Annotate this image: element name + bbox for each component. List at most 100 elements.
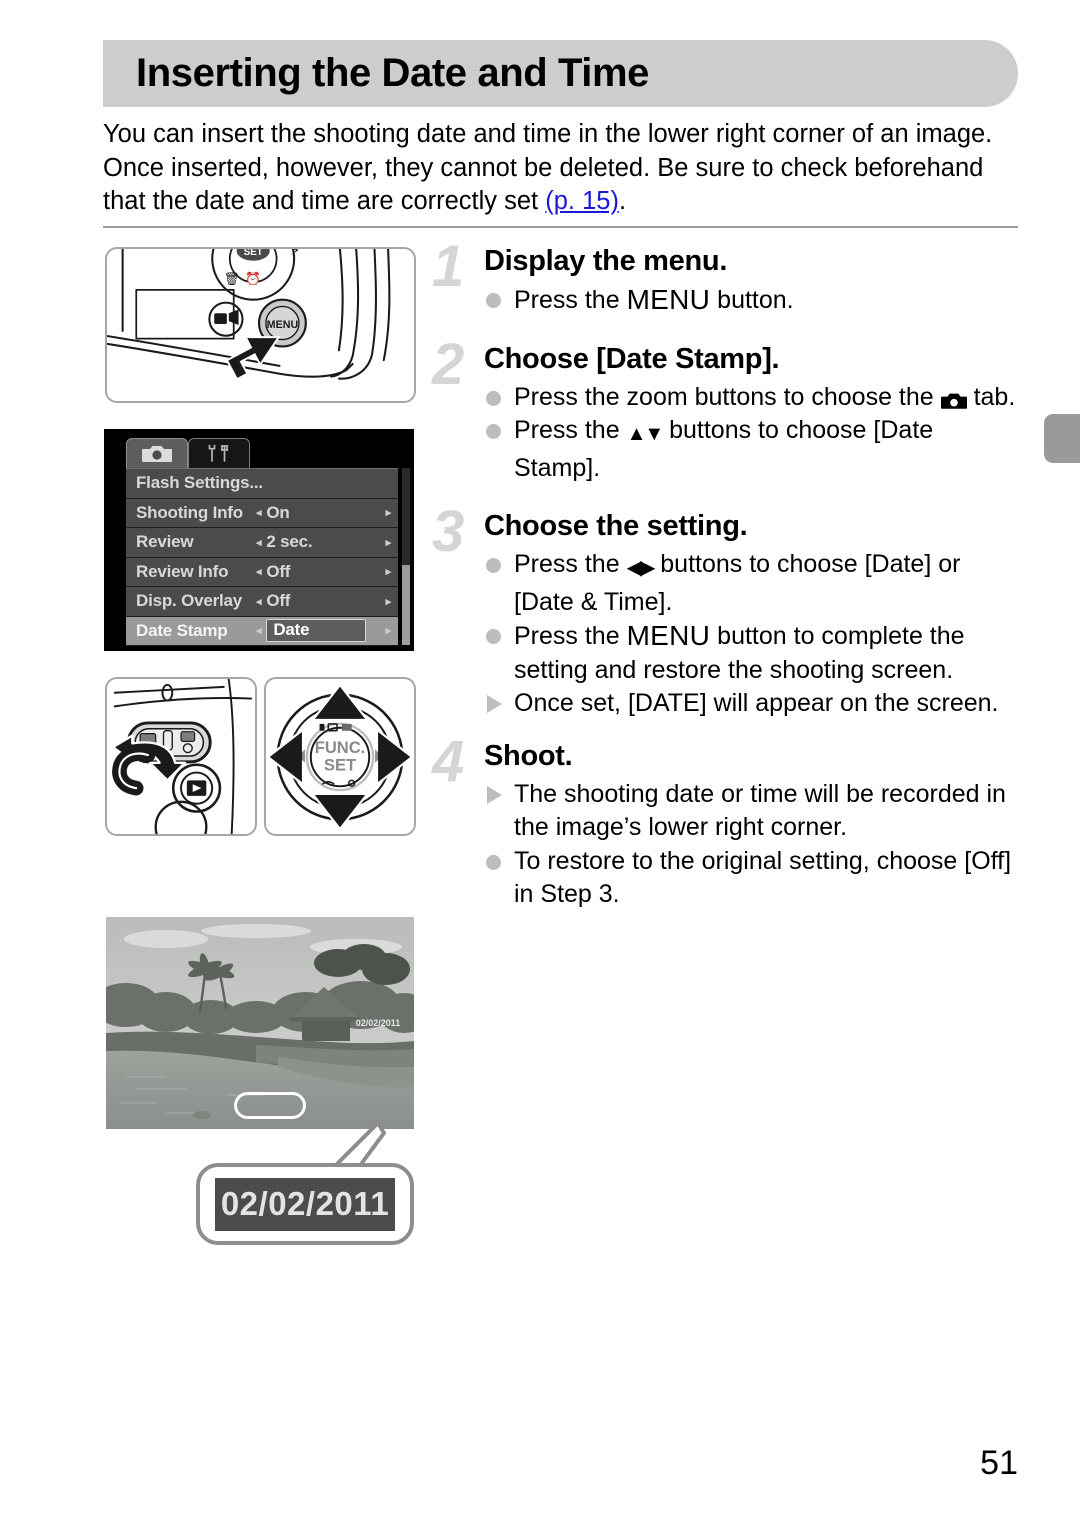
step-heading: Choose the setting.: [484, 510, 748, 542]
svg-text:🗑: 🗑: [224, 271, 240, 286]
menu-row-label: Disp. Overlay: [136, 591, 243, 611]
bullet-text: To restore to the original setting, choo…: [514, 846, 1012, 909]
menu-button-label: MENU: [626, 284, 711, 315]
photo-landscape: 02/02/2011: [106, 917, 414, 1129]
menu-row-value: Date: [266, 619, 367, 643]
result-bullet: The shooting date or time will be record…: [484, 778, 1022, 845]
menu-row-value: On: [266, 502, 290, 522]
result-bullet: Once set, [DATE] will appear on the scre…: [484, 687, 1022, 721]
menu-row-right-arrow-icon[interactable]: ▸: [386, 536, 392, 549]
illustration-camera-back: SET 🗑 ⏰ ⚡ MENU: [105, 247, 416, 403]
menu-row-right-arrow-icon[interactable]: ▸: [386, 624, 392, 637]
step-heading: Choose [Date Stamp].: [484, 342, 780, 375]
menu-row-right-arrow-icon[interactable]: ▸: [386, 506, 392, 519]
menu-row[interactable]: Date Stamp ◂ Date ▸: [126, 616, 398, 646]
dot-bullet-icon: [486, 390, 501, 406]
menu-row-right-arrow-icon[interactable]: ▸: [386, 565, 392, 578]
four-way-pad-drawing: FUNC. SET: [266, 683, 414, 831]
step-3: 3 Choose the setting. Press the ◀▶ buttons…: [432, 502, 1022, 721]
intro-text-after: .: [618, 187, 627, 215]
menu-row-value: Off: [266, 591, 291, 611]
set-label: SET: [324, 756, 356, 775]
date-stamp-callout-box: 02/02/2011: [215, 1177, 395, 1231]
page-number: 51: [980, 1444, 1018, 1482]
page-title-bar: Inserting the Date and Time: [103, 40, 1018, 107]
step-bullets: Press the ◀▶ buttons to choose [Date] or…: [484, 548, 1022, 721]
action-bullet: Press the ▲▼ buttons to choose [Date Sta…: [484, 414, 1022, 485]
page-title: Inserting the Date and Time: [136, 51, 650, 95]
down-arrow-icon: [311, 792, 369, 831]
menu-row-right-arrow-icon[interactable]: ▸: [386, 595, 392, 608]
horizontal-divider: [103, 226, 1018, 228]
illustration-zoom-lever: [105, 677, 257, 836]
bullet-text: tab.: [966, 382, 1016, 411]
action-bullet: Press the zoom buttons to choose the tab…: [484, 381, 1022, 415]
menu-row-label: Review Info: [136, 561, 229, 581]
steps-list: 1 Display the menu. Press the MENU button.…: [432, 234, 1022, 912]
step-number: 1: [432, 234, 465, 299]
menu-row-left-arrow-icon[interactable]: ◂: [256, 506, 262, 519]
manual-page: Inserting the Date and Time You can inse…: [0, 0, 1080, 1521]
action-bullet: To restore to the original setting, choo…: [484, 845, 1022, 912]
right-arrow-icon: [375, 728, 414, 786]
date-stamp-callout-text: 02/02/2011: [220, 1185, 390, 1222]
menu-tab-shooting[interactable]: [126, 438, 188, 468]
camera-icon: [142, 446, 172, 462]
step-1: 1 Display the menu. Press the MENU button.: [432, 234, 1022, 318]
bullet-text: Press the: [514, 416, 627, 444]
menu-row-left-arrow-icon[interactable]: ◂: [256, 565, 262, 578]
menu-row-label: Flash Settings...: [136, 473, 263, 493]
menu-row-left-arrow-icon[interactable]: ◂: [256, 595, 262, 608]
menu-row[interactable]: Shooting Info ◂ On ▸: [126, 498, 398, 528]
intro-paragraph: You can insert the shooting date and tim…: [103, 118, 1028, 219]
sample-photo: 02/02/2011: [106, 917, 414, 1129]
bullet-text: button.: [710, 286, 794, 314]
menu-row[interactable]: Review Info ◂ Off ▸: [126, 557, 398, 587]
camera-video-toggle-icon: [208, 301, 244, 337]
step-bullets: Press the MENU button.: [484, 283, 1022, 318]
bullet-text: Once set, [DATE] will appear on the scre…: [514, 689, 999, 717]
menu-row[interactable]: Disp. Overlay ◂ Off ▸: [126, 587, 398, 617]
camera-menu-screen: Flash Settings... Shooting Info ◂ On ▸ Review…: [104, 429, 414, 651]
step-4: 4 Shoot. The shooting date or time will be…: [432, 728, 1022, 912]
dot-bullet-icon: [486, 293, 501, 308]
menu-scrollbar[interactable]: [402, 468, 410, 645]
step-heading: Display the menu.: [484, 245, 728, 277]
menu-tab-settings[interactable]: [188, 438, 250, 468]
dot-bullet-icon: [486, 629, 501, 644]
left-arrow-icon: [266, 728, 305, 786]
up-arrow-icon: [311, 683, 369, 722]
action-bullet: Press the ◀▶ buttons to choose [Date] or…: [484, 548, 1022, 619]
bullet-text: Press the: [514, 550, 627, 578]
step-number: 4: [432, 728, 465, 794]
bullet-text: Press the: [514, 622, 627, 650]
page-reference-link[interactable]: (p. 15): [545, 187, 619, 215]
set-label-icon: SET: [236, 249, 270, 261]
left-right-buttons-icon: ◀▶: [626, 557, 656, 579]
tools-icon: [208, 444, 229, 462]
camera-tab-icon: [940, 384, 967, 409]
menu-row-label: Shooting Info: [136, 502, 243, 522]
date-stamp-callout: 02/02/2011: [196, 1163, 414, 1245]
step-bullets: Press the zoom buttons to choose the tab…: [484, 381, 1022, 486]
triangle-bullet-icon: [487, 695, 502, 713]
camera-icon: [940, 393, 967, 409]
menu-scrollbar-thumb[interactable]: [402, 565, 410, 645]
menu-row[interactable]: Flash Settings...: [126, 469, 398, 499]
func-label: FUNC.: [315, 738, 366, 757]
menu-row[interactable]: Review ◂ 2 sec. ▸: [126, 528, 398, 558]
dot-bullet-icon: [486, 558, 501, 573]
svg-text:MENU: MENU: [267, 319, 299, 331]
menu-row-value: 2 sec.: [266, 532, 313, 552]
menu-row-left-arrow-icon[interactable]: ◂: [256, 536, 262, 549]
camera-back-drawing: SET 🗑 ⏰ ⚡ MENU: [107, 249, 391, 381]
menu-button-label: MENU: [626, 620, 711, 651]
menu-row-left-arrow-icon[interactable]: ◂: [256, 624, 262, 637]
dot-bullet-icon: [486, 854, 501, 870]
up-down-buttons-icon: ▲▼: [626, 423, 665, 445]
bullet-text: Press the zoom buttons to choose the: [514, 382, 941, 411]
step-number: 2: [432, 331, 465, 397]
zoom-lever-drawing: [111, 679, 253, 834]
step-bullets: The shooting date or time will be record…: [484, 778, 1022, 912]
menu-tab-bar: [110, 435, 408, 468]
